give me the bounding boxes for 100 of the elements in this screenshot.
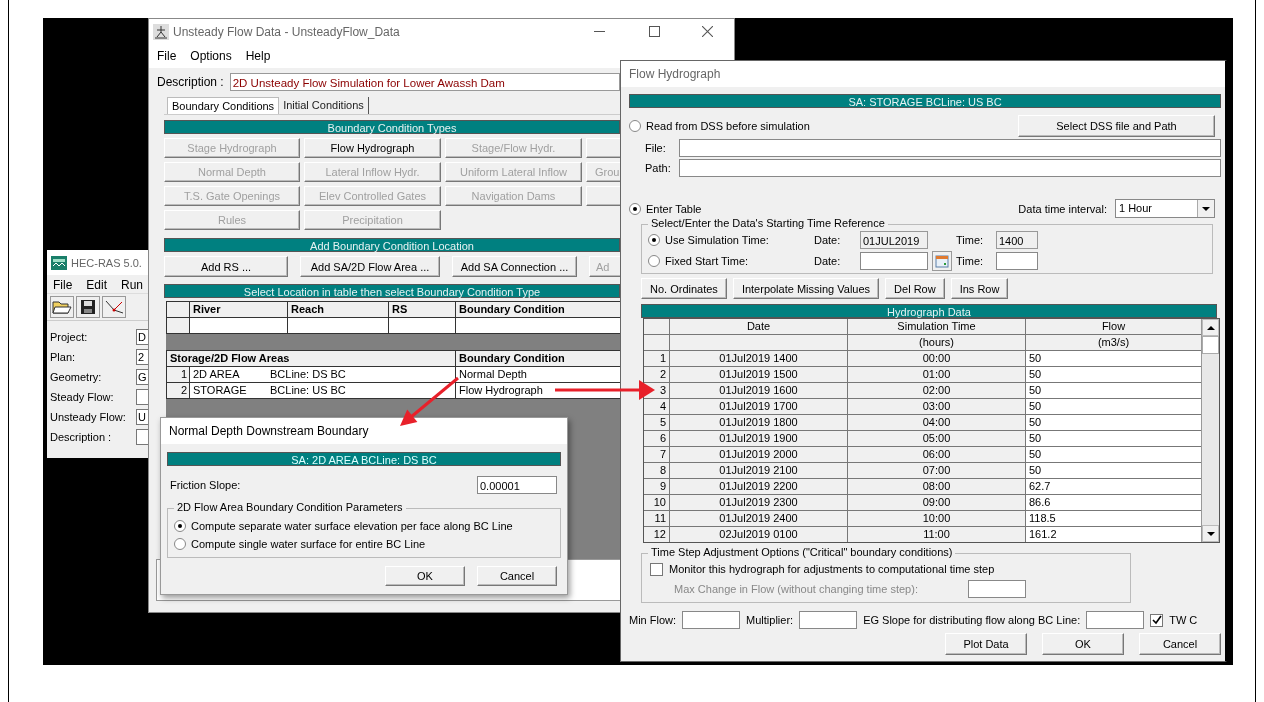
table-cell[interactable]: 50: [1026, 399, 1201, 414]
time-field[interactable]: 1400: [996, 230, 1038, 249]
table-cell: 01Jul2019 1500: [670, 367, 847, 382]
file-field[interactable]: [679, 139, 1221, 157]
table-cell[interactable]: 50: [1026, 415, 1201, 430]
row-number: 9: [644, 479, 669, 494]
field-label: EG Slope for distributing flow along BC Line:: [863, 614, 1081, 626]
input-field[interactable]: [136, 429, 148, 445]
table-button[interactable]: Del Row: [885, 278, 945, 299]
section-header: Boundary Condition Types: [164, 120, 620, 134]
table-cell[interactable]: 50: [1026, 367, 1201, 382]
dialog-title: Normal Depth Downstream Boundary: [169, 424, 369, 438]
option-label: Fixed Start Time:: [665, 254, 749, 267]
checkbox-label: TW C: [1169, 614, 1198, 626]
field-label: Date:: [814, 233, 842, 246]
option-label: Read from DSS before simulation: [646, 120, 810, 132]
calendar-icon[interactable]: [932, 250, 952, 271]
radio-button[interactable]: [174, 520, 186, 532]
header-cell: [644, 335, 669, 350]
table-cell[interactable]: 50: [1026, 463, 1201, 478]
table-cell: 01Jul2019 1700: [670, 399, 847, 414]
table-cell[interactable]: 86.6: [1026, 495, 1201, 510]
table-button[interactable]: Ins Row: [950, 278, 1009, 299]
table-cell: 03:00: [848, 399, 1025, 414]
min-flow-field[interactable]: [682, 611, 741, 629]
table-cell[interactable]: 50: [1026, 351, 1201, 366]
window-title: Unsteady Flow Data - UnsteadyFlow_Data: [173, 24, 400, 39]
time-field[interactable]: [996, 251, 1038, 270]
table-button[interactable]: No. Ordinates: [641, 278, 727, 299]
menu-item[interactable]: Options: [190, 49, 232, 63]
tab[interactable]: Boundary Conditions: [167, 97, 280, 114]
checkbox[interactable]: [650, 562, 663, 576]
table-cell[interactable]: [456, 318, 621, 333]
select-dss-button[interactable]: Select DSS file and Path: [1018, 115, 1215, 137]
boundary-type-button[interactable]: Flow Hydrograph: [304, 138, 441, 158]
radio-button[interactable]: [648, 254, 660, 267]
row-number: 4: [644, 399, 669, 414]
row-number: 2: [167, 383, 189, 398]
radio-button[interactable]: [648, 233, 660, 246]
description-field[interactable]: 2D Unsteady Flow Simulation for Lower Awassh Dam: [229, 73, 620, 91]
table-cell[interactable]: [389, 318, 455, 333]
field-label: Path:: [645, 162, 672, 174]
table-cell: 01:00: [848, 367, 1025, 382]
table-cell[interactable]: 118.5: [1026, 511, 1201, 526]
date-field[interactable]: 01JUL2019: [860, 230, 928, 249]
path-field[interactable]: [679, 159, 1221, 177]
date-field[interactable]: [860, 251, 928, 270]
description-label: Description :: [157, 75, 224, 89]
save-icon[interactable]: [76, 296, 100, 318]
menu-item[interactable]: Run: [121, 278, 144, 290]
max-change-field[interactable]: [967, 580, 1026, 598]
scroll-up-icon[interactable]: [1206, 325, 1215, 330]
table-cell: 05:00: [848, 431, 1025, 446]
dialog-button[interactable]: Cancel: [1139, 633, 1221, 655]
dialog-button[interactable]: Cancel: [477, 566, 557, 586]
add-location-button[interactable]: Add RS ...: [164, 256, 288, 277]
field-label: Time:: [956, 233, 985, 246]
dialog-button[interactable]: OK: [385, 566, 465, 586]
scroll-thumb[interactable]: [1202, 336, 1219, 354]
radio-button[interactable]: [629, 120, 641, 132]
table-cell[interactable]: [288, 318, 388, 333]
menu-item[interactable]: File: [53, 278, 73, 290]
maximize-icon[interactable]: [649, 26, 660, 37]
menu-item[interactable]: Edit: [86, 278, 108, 290]
close-icon[interactable]: [702, 26, 713, 37]
table-cell[interactable]: 50: [1026, 431, 1201, 446]
add-location-button[interactable]: Add SA Connection ...: [452, 256, 577, 277]
multiplier-field[interactable]: [799, 611, 858, 629]
table-cell[interactable]: 50: [1026, 447, 1201, 462]
friction-slope-field[interactable]: 0.00001: [477, 476, 557, 494]
scroll-down-icon[interactable]: [1206, 531, 1215, 536]
radio-button[interactable]: [174, 538, 186, 550]
table-cell[interactable]: 62.7: [1026, 479, 1201, 494]
input-field[interactable]: G: [136, 369, 148, 385]
table-cell[interactable]: Normal Depth: [456, 367, 621, 382]
input-field[interactable]: D: [136, 329, 148, 345]
scrollbar[interactable]: [1201, 319, 1219, 542]
input-field[interactable]: [136, 389, 148, 405]
interval-dropdown[interactable]: 1 Hour: [1115, 199, 1215, 218]
table-button[interactable]: Interpolate Missing Values: [732, 278, 880, 299]
bc-line-name: BCLine: US BC: [270, 383, 346, 398]
table-cell: 01Jul2019 2200: [670, 479, 847, 494]
add-location-button[interactable]: Add SA/2D Flow Area ...: [300, 256, 440, 277]
field-label: Plan:: [50, 351, 76, 363]
table-cell[interactable]: 161.2: [1026, 527, 1201, 542]
table-cell[interactable]: 50: [1026, 383, 1201, 398]
dialog-button[interactable]: OK: [1042, 633, 1124, 655]
table-cell[interactable]: [190, 318, 287, 333]
checkbox[interactable]: [1150, 613, 1164, 627]
unit-header: (m3/s): [1026, 335, 1201, 350]
menu-item[interactable]: Help: [245, 49, 271, 63]
input-field[interactable]: 2: [136, 349, 148, 365]
input-field[interactable]: U: [136, 409, 148, 425]
cross-section-icon[interactable]: [102, 296, 126, 318]
dropdown-arrow-icon[interactable]: [1202, 206, 1210, 211]
radio-button[interactable]: [629, 202, 641, 215]
menu-item[interactable]: File: [157, 49, 177, 63]
dialog-button[interactable]: Plot Data: [945, 633, 1027, 655]
eg-slope-field[interactable]: [1086, 611, 1145, 629]
open-folder-icon[interactable]: [50, 296, 74, 318]
